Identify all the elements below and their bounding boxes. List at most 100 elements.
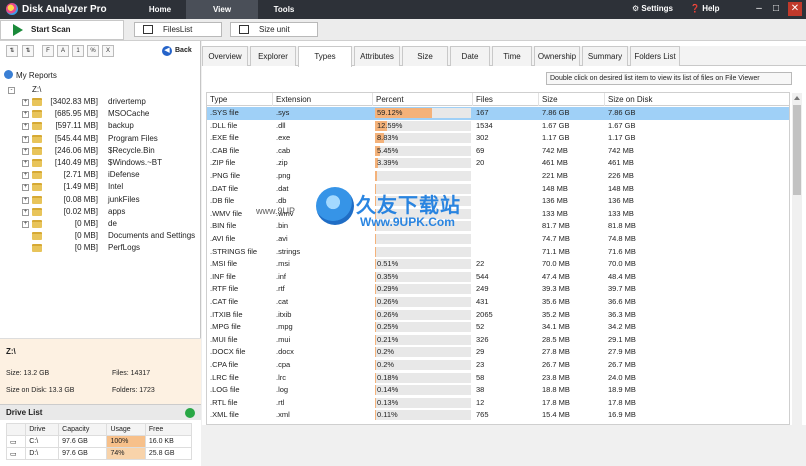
expand-icon[interactable]: + bbox=[22, 221, 29, 228]
cell-extension: .exe bbox=[273, 132, 290, 144]
table-row[interactable]: .MPG file.mpg0.25%5234.1 MB34.2 MB bbox=[207, 321, 790, 334]
drive-row[interactable]: ▭ C:\ 97.6 GB 100% 16.0 KB bbox=[7, 436, 192, 448]
table-row[interactable]: .LRC file.lrc0.18%5823.8 MB24.0 MB bbox=[207, 372, 790, 385]
cell-files: 69 bbox=[473, 145, 484, 157]
table-row[interactable]: .RTF file.rtf0.29%24939.3 MB39.7 MB bbox=[207, 283, 790, 296]
cell-extension: .dll bbox=[273, 120, 286, 132]
sort-clear-button[interactable]: X bbox=[102, 45, 114, 57]
expand-icon[interactable]: + bbox=[22, 209, 29, 216]
tab-summary[interactable]: Summary bbox=[582, 46, 628, 66]
cell-size: 742 MB bbox=[539, 145, 568, 157]
refresh-icon[interactable] bbox=[185, 408, 195, 418]
cell-files: 1534 bbox=[473, 120, 493, 132]
close-button[interactable]: ✕ bbox=[788, 2, 802, 16]
table-row[interactable]: .ITXIB file.itxib0.26%206535.2 MB36.3 MB bbox=[207, 309, 790, 322]
expand-icon[interactable]: + bbox=[22, 99, 29, 106]
table-row[interactable]: .ZIP file.zip3.39%20461 MB461 MB bbox=[207, 157, 790, 170]
cell-files: 326 bbox=[473, 334, 489, 346]
folder-icon bbox=[32, 244, 42, 252]
cell-percent: 0.2% bbox=[377, 360, 394, 370]
table-row[interactable]: .RTL file.rtl0.13%1217.8 MB17.8 MB bbox=[207, 397, 790, 410]
expand-icon[interactable]: + bbox=[22, 160, 29, 167]
sort-folder-button[interactable]: F bbox=[42, 45, 54, 57]
table-row[interactable]: .PNG file.png221 MB226 MB bbox=[207, 170, 790, 183]
col-files[interactable]: Files bbox=[473, 93, 539, 106]
tab-date[interactable]: Date bbox=[450, 46, 490, 66]
maximize-button[interactable]: □ bbox=[769, 2, 783, 16]
cell-extension: .cpa bbox=[273, 359, 290, 371]
cell-percent: 0.29% bbox=[377, 284, 398, 294]
fileslist-button[interactable]: FilesList bbox=[134, 22, 222, 37]
cell-type: .XML file bbox=[207, 409, 239, 421]
tab-time[interactable]: Time bbox=[492, 46, 532, 66]
watermark-text: 久友下载站 bbox=[356, 189, 461, 218]
drive-row[interactable]: ▭ D:\ 97.6 GB 74% 25.8 GB bbox=[7, 448, 192, 460]
table-row[interactable]: .DAT file.dat148 MB148 MB bbox=[207, 183, 790, 196]
table-row[interactable]: .MSI file.msi0.51%2270.0 MB70.0 MB bbox=[207, 258, 790, 271]
my-reports[interactable]: My Reports bbox=[4, 70, 57, 80]
back-button[interactable]: ◀Back bbox=[162, 45, 192, 57]
table-row[interactable]: .AVI file.avi74.7 MB74.8 MB bbox=[207, 233, 790, 246]
table-row[interactable]: .CPA file.cpa0.2%2326.7 MB26.7 MB bbox=[207, 359, 790, 372]
table-row[interactable]: .DLL file.dll12.59%15341.67 GB1.67 GB bbox=[207, 120, 790, 133]
table-row[interactable]: .MUI file.mui0.21%32628.5 MB29.1 MB bbox=[207, 334, 790, 347]
drive-icon: ▭ bbox=[7, 436, 26, 448]
cell-type: .EXE file bbox=[207, 132, 239, 144]
table-row[interactable]: .DOCX file.docx0.2%2927.8 MB27.9 MB bbox=[207, 346, 790, 359]
sort-desc-button[interactable]: ⇅ bbox=[22, 45, 34, 57]
col-size[interactable]: Size bbox=[539, 93, 605, 106]
table-row[interactable]: .CAB file.cab5.45%69742 MB742 MB bbox=[207, 145, 790, 158]
tab-ownership[interactable]: Ownership bbox=[534, 46, 580, 66]
sort-alpha-button[interactable]: A bbox=[57, 45, 69, 57]
folder-icon bbox=[32, 159, 42, 167]
drive-info-panel: Z:\ Size: 13.2 GB Files: 14317 Size on D… bbox=[0, 338, 201, 404]
scroll-thumb[interactable] bbox=[793, 105, 801, 195]
table-row[interactable]: .BIN file.bin81.7 MB81.8 MB bbox=[207, 220, 790, 233]
scroll-up-icon[interactable] bbox=[794, 96, 800, 100]
percent-bar: 0.26% bbox=[375, 297, 471, 307]
expand-icon[interactable]: + bbox=[22, 111, 29, 118]
table-row[interactable]: .XML file.xml0.11%76515.4 MB16.9 MB bbox=[207, 409, 790, 422]
help-button[interactable]: ❓ Help bbox=[690, 4, 720, 13]
ribbon-tab-tools[interactable]: Tools bbox=[248, 0, 320, 19]
tab-overview[interactable]: Overview bbox=[202, 46, 248, 66]
tree-item-size: [3402.83 MB] bbox=[42, 96, 98, 108]
col-size-on-disk[interactable]: Size on Disk bbox=[605, 93, 790, 106]
col-extension[interactable]: Extension bbox=[273, 93, 373, 106]
settings-button[interactable]: ⚙ Settings bbox=[632, 4, 673, 13]
minimize-button[interactable]: – bbox=[752, 2, 766, 16]
folder-icon bbox=[32, 171, 42, 179]
expand-icon[interactable]: + bbox=[22, 136, 29, 143]
sort-asc-button[interactable]: ⇅ bbox=[6, 45, 18, 57]
col-percent[interactable]: Percent bbox=[373, 93, 473, 106]
table-row[interactable]: .STRINGS file.strings71.1 MB71.6 MB bbox=[207, 246, 790, 259]
expand-icon[interactable]: + bbox=[22, 172, 29, 179]
table-row[interactable]: .INF file.inf0.35%54447.4 MB48.4 MB bbox=[207, 271, 790, 284]
tab-folders-list[interactable]: Folders List bbox=[630, 46, 680, 66]
expand-icon[interactable]: + bbox=[22, 148, 29, 155]
drive-col-usage: Usage bbox=[107, 424, 145, 436]
percent-bar: 0.2% bbox=[375, 347, 471, 357]
table-row[interactable]: .LOG file.log0.14%3818.8 MB18.9 MB bbox=[207, 384, 790, 397]
cell-type: .LOG file bbox=[207, 384, 240, 396]
table-row[interactable]: .EXE file.exe8.83%3021.17 GB1.17 GB bbox=[207, 132, 790, 145]
tab-size[interactable]: Size bbox=[402, 46, 448, 66]
expand-icon[interactable]: + bbox=[22, 197, 29, 204]
start-scan-button[interactable]: Start Scan bbox=[0, 20, 124, 40]
sort-number-button[interactable]: 1 bbox=[72, 45, 84, 57]
table-row[interactable]: .CAT file.cat0.26%43135.6 MB36.6 MB bbox=[207, 296, 790, 309]
table-row[interactable]: .SYS file.sys59.12%1677.86 GB7.86 GB bbox=[207, 107, 790, 120]
expand-icon[interactable]: + bbox=[22, 123, 29, 130]
tab-types[interactable]: Types bbox=[298, 46, 352, 67]
vertical-scrollbar[interactable] bbox=[792, 93, 802, 425]
cell-size: 136 MB bbox=[539, 195, 568, 207]
size-unit-button[interactable]: Size unit bbox=[230, 22, 318, 37]
cell-size-on-disk: 26.7 MB bbox=[605, 359, 636, 371]
back-arrow-icon: ◀ bbox=[162, 46, 172, 56]
sort-percent-button[interactable]: % bbox=[87, 45, 99, 57]
tab-attributes[interactable]: Attributes bbox=[354, 46, 400, 66]
expand-icon[interactable]: + bbox=[22, 184, 29, 191]
tab-explorer[interactable]: Explorer bbox=[250, 46, 296, 66]
col-type[interactable]: Type bbox=[207, 93, 273, 106]
tree-item-name: iDefense bbox=[108, 169, 140, 181]
